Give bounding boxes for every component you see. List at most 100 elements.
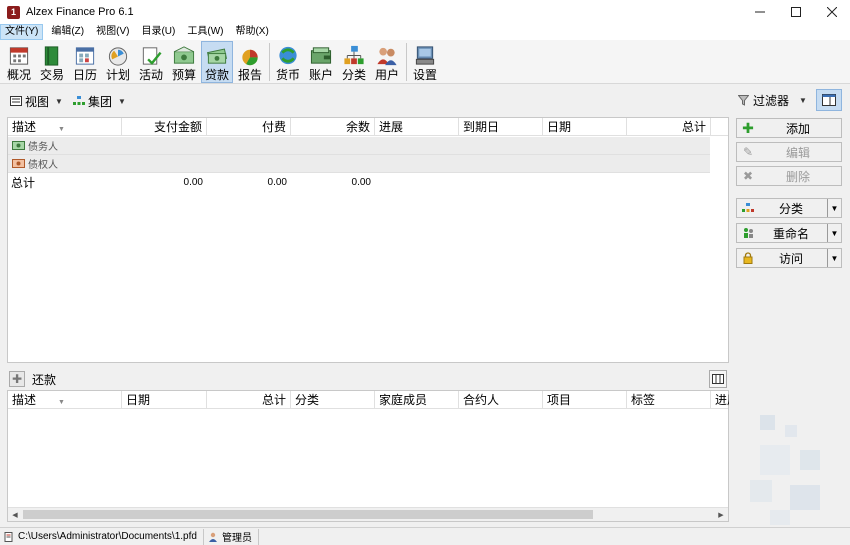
group-row-debtors[interactable]: 债务人 bbox=[8, 137, 710, 155]
loans-total-row: 总计 0.00 0.00 0.00 bbox=[8, 174, 710, 192]
menu-tools[interactable]: 工具(W) bbox=[183, 24, 227, 40]
toolbar-users-button[interactable]: 用户 bbox=[371, 41, 403, 83]
loans-grid-header: 描述 ▼ 支付金额 付费 余数 进展 到期日 日期 总计 bbox=[8, 118, 728, 136]
menu-directory[interactable]: 目录(U) bbox=[137, 24, 179, 40]
column-header-remainder[interactable]: 余数 bbox=[291, 118, 375, 136]
toolbar-categories-button[interactable]: 分类 bbox=[338, 41, 370, 83]
toolbar-overview-button[interactable]: 概况 bbox=[3, 41, 35, 83]
maximize-button[interactable] bbox=[778, 0, 814, 24]
toolbar-calendar-button[interactable]: 日历 bbox=[69, 41, 101, 83]
total-label: 总计 bbox=[11, 176, 36, 190]
add-button[interactable]: ✚ 添加 bbox=[736, 118, 842, 138]
column-header-progress[interactable]: 进展 bbox=[375, 118, 459, 136]
toolbar-loans-button[interactable]: 贷款 bbox=[201, 41, 233, 83]
edit-button[interactable]: ✎ 编辑 bbox=[736, 142, 842, 162]
view-dropdown[interactable]: 视图 ▼ bbox=[10, 93, 63, 110]
horizontal-scrollbar[interactable]: ◀ ▶ bbox=[8, 507, 728, 521]
repayments-grid-header: 描述▼ 日期 总计 分类 家庭成员 合约人 项目 标签 进展 bbox=[8, 391, 729, 409]
repayments-columns-toggle[interactable] bbox=[709, 370, 727, 388]
column-header-project[interactable]: 项目 bbox=[543, 391, 627, 409]
column-header-family-member[interactable]: 家庭成员 bbox=[375, 391, 459, 409]
debtor-money-icon bbox=[12, 141, 25, 150]
toolbar-report-button[interactable]: 报告 bbox=[234, 41, 266, 83]
loans-grid: 描述 ▼ 支付金额 付费 余数 进展 到期日 日期 总计 债务人 债权人 总计 0… bbox=[7, 117, 729, 363]
repayments-grid: 描述▼ 日期 总计 分类 家庭成员 合约人 项目 标签 进展 ◀ ▶ bbox=[7, 390, 729, 522]
close-button[interactable] bbox=[814, 0, 850, 24]
toolbar-transactions-button[interactable]: 交易 bbox=[36, 41, 68, 83]
column-header-total[interactable]: 总计 bbox=[207, 391, 291, 409]
group-dropdown[interactable]: 集团 ▼ bbox=[72, 93, 126, 110]
close-icon bbox=[827, 7, 837, 17]
toolbar-label: 概况 bbox=[6, 68, 31, 82]
menu-edit[interactable]: 编辑(Z) bbox=[47, 24, 88, 40]
column-header-progress[interactable]: 进展 bbox=[711, 391, 729, 409]
edit-button-label: 编辑 bbox=[785, 145, 810, 160]
activity-check-icon bbox=[142, 47, 162, 65]
chevron-down-icon[interactable]: ▼ bbox=[827, 249, 841, 267]
scroll-left-icon[interactable]: ◀ bbox=[8, 508, 22, 521]
sort-caret-icon: ▼ bbox=[58, 126, 65, 133]
group-row-creditors[interactable]: 债权人 bbox=[8, 155, 710, 173]
column-header-paid[interactable]: 付费 bbox=[207, 118, 291, 136]
column-header-contractor[interactable]: 合约人 bbox=[459, 391, 543, 409]
report-chart-icon bbox=[242, 49, 258, 66]
view-options-bar: 视图 ▼ 集团 ▼ bbox=[0, 88, 730, 114]
column-header-tags[interactable]: 标签 bbox=[627, 391, 711, 409]
toolbar-plan-button[interactable]: 计划 bbox=[102, 41, 134, 83]
column-header-description[interactable]: 描述 ▼ bbox=[8, 391, 122, 409]
plus-icon: ✚ bbox=[11, 372, 23, 386]
access-button-label: 访问 bbox=[778, 251, 803, 266]
toolbar-currency-button[interactable]: 货币 bbox=[272, 41, 304, 83]
minimize-button[interactable] bbox=[742, 0, 778, 24]
sort-caret-icon: ▼ bbox=[58, 399, 65, 406]
access-button[interactable]: 访问 ▼ bbox=[736, 248, 842, 268]
column-header-payment-amount[interactable]: 支付金额 bbox=[122, 118, 207, 136]
repayments-title: 还款 bbox=[32, 372, 57, 387]
toolbar-label: 账户 bbox=[308, 68, 333, 82]
toolbar-label: 报告 bbox=[237, 68, 262, 82]
column-header-category[interactable]: 分类 bbox=[291, 391, 375, 409]
lock-icon bbox=[743, 252, 753, 264]
status-file-path: C:\Users\Administrator\Documents\1.pfd bbox=[0, 528, 204, 545]
add-repayment-button[interactable]: ✚ bbox=[9, 371, 25, 387]
toolbar-label: 贷款 bbox=[204, 68, 229, 82]
loan-cash-icon bbox=[206, 48, 228, 64]
column-header-date[interactable]: 日期 bbox=[543, 118, 627, 136]
total-payment-amount: 0.00 bbox=[183, 177, 203, 188]
category-button[interactable]: 分类 ▼ bbox=[736, 198, 842, 218]
column-header-description[interactable]: 描述 ▼ bbox=[8, 118, 122, 136]
filter-dropdown[interactable]: 过滤器 ▼ bbox=[738, 92, 807, 109]
delete-button[interactable]: ✖ 删除 bbox=[736, 166, 842, 186]
toolbar-separator bbox=[269, 43, 270, 81]
repayments-bar: ✚ 还款 bbox=[7, 368, 729, 390]
toolbar-budget-button[interactable]: 预算 bbox=[168, 41, 200, 83]
calendar-icon bbox=[75, 47, 95, 65]
column-header-total[interactable]: 总计 bbox=[627, 118, 711, 136]
toolbar-label: 计划 bbox=[105, 68, 130, 82]
column-header-date[interactable]: 日期 bbox=[122, 391, 207, 409]
rename-people-icon bbox=[744, 228, 753, 238]
filter-panel-toggle[interactable] bbox=[816, 89, 842, 111]
menu-view[interactable]: 视图(V) bbox=[92, 24, 133, 40]
rename-button[interactable]: 重命名 ▼ bbox=[736, 223, 842, 243]
window-title: Alzex Finance Pro 6.1 bbox=[26, 6, 134, 18]
toolbar-accounts-button[interactable]: 账户 bbox=[305, 41, 337, 83]
delete-x-icon: ✖ bbox=[742, 169, 754, 183]
minimize-icon bbox=[755, 11, 765, 13]
chevron-down-icon[interactable]: ▼ bbox=[827, 199, 841, 217]
scroll-right-icon[interactable]: ▶ bbox=[714, 508, 728, 521]
menu-bar: 文件(Y) 编辑(Z) 视图(V) 目录(U) 工具(W) 帮助(X) bbox=[0, 24, 850, 40]
pencil-icon: ✎ bbox=[742, 145, 754, 159]
maximize-icon bbox=[791, 7, 801, 17]
menu-file[interactable]: 文件(Y) bbox=[0, 24, 44, 40]
total-paid: 0.00 bbox=[267, 177, 287, 188]
chevron-down-icon[interactable]: ▼ bbox=[827, 224, 841, 242]
scrollbar-thumb[interactable] bbox=[23, 510, 593, 519]
budget-money-icon bbox=[173, 46, 195, 64]
toolbar-label: 预算 bbox=[171, 68, 196, 82]
toolbar-activity-button[interactable]: 活动 bbox=[135, 41, 167, 83]
toolbar-settings-button[interactable]: 设置 bbox=[409, 41, 441, 83]
menu-help[interactable]: 帮助(X) bbox=[231, 24, 272, 40]
column-header-due-date[interactable]: 到期日 bbox=[459, 118, 543, 136]
panel-layout-icon bbox=[822, 94, 836, 106]
